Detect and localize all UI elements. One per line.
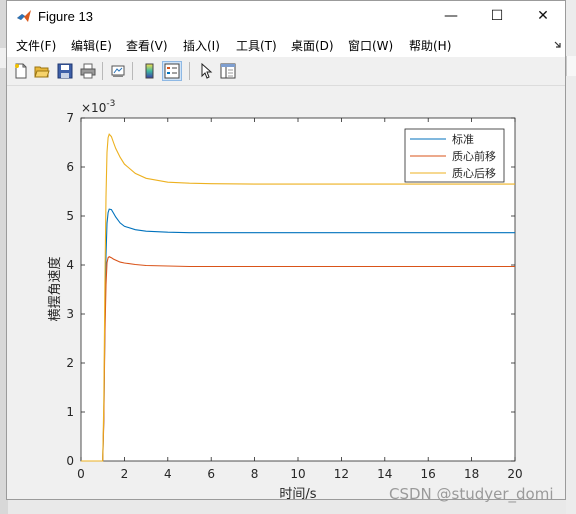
y-axis-exponent: ×10-3: [81, 99, 115, 115]
legend-label: 质心前移: [452, 149, 496, 163]
figure-canvas: 0 2 4 6 8 10 12 14 16 18 20 0 1 2 3 4 5 6 7 ×10-3 时间/s 横摆角…: [7, 86, 565, 502]
toolbar: [7, 57, 565, 86]
x-axis-label: 时间/s: [279, 487, 316, 499]
menu-tools[interactable]: 工具(T): [236, 37, 277, 54]
menu-desktop[interactable]: 桌面(D): [291, 37, 334, 54]
x-tick-label: 14: [377, 467, 392, 481]
x-tick-label: 18: [464, 467, 479, 481]
menu-edit[interactable]: 编辑(E): [71, 37, 112, 54]
window-title: Figure 13: [38, 9, 93, 24]
title-bar[interactable]: Figure 13 — ☐ ✕: [7, 1, 565, 31]
x-tick-label: 2: [121, 467, 129, 481]
background-right-strip: [566, 56, 576, 76]
y-tick-label: 3: [66, 307, 74, 321]
legend-label: 质心后移: [452, 167, 496, 180]
matlab-icon: [17, 10, 31, 22]
colorbar-icon[interactable]: [140, 61, 160, 81]
menu-bar: 文件(F) 编辑(E) 查看(V) 插入(I) 工具(T) 桌面(D) 窗口(W…: [7, 31, 565, 57]
toolbar-separator: [102, 62, 103, 80]
pointer-icon[interactable]: [196, 61, 216, 81]
toolbar-separator: [189, 62, 190, 80]
x-tick-label: 10: [290, 467, 305, 481]
x-tick-label: 0: [77, 467, 85, 481]
y-tick-label: 4: [66, 258, 74, 272]
save-icon[interactable]: [55, 61, 75, 81]
maximize-icon: ☐: [490, 8, 504, 24]
minimize-button[interactable]: —: [428, 1, 474, 31]
y-tick-label: 0: [66, 454, 74, 468]
menu-view[interactable]: 查看(V): [126, 37, 168, 54]
x-tick-label: 8: [251, 467, 259, 481]
y-axis-label: 横摆角速度: [47, 256, 63, 321]
y-tick-label: 2: [66, 356, 74, 370]
maximize-button[interactable]: ☐: [474, 1, 520, 31]
menu-window[interactable]: 窗口(W): [348, 37, 393, 54]
open-file-icon[interactable]: [32, 61, 52, 81]
y-tick-label: 1: [66, 405, 74, 419]
figure-window: Figure 13 — ☐ ✕ 文件(F) 编辑(E) 查看(V) 插入(I) …: [6, 0, 566, 502]
close-icon: ✕: [537, 8, 549, 24]
print-icon[interactable]: [78, 61, 98, 81]
link-plot-icon[interactable]: [108, 61, 128, 81]
legend[interactable]: 标准质心前移质心后移: [404, 128, 505, 183]
line-chart: 0 2 4 6 8 10 12 14 16 18 2001234567 ×10-3 时间/s 横摆角…: [47, 99, 523, 502]
y-tick-label: 5: [66, 209, 74, 223]
new-figure-icon[interactable]: [11, 61, 31, 81]
watermark: CSDN @studyer_domi: [389, 485, 554, 503]
y-tick-label: 7: [66, 111, 74, 125]
minimize-icon: —: [444, 8, 458, 24]
menu-arrow-icon[interactable]: [553, 40, 563, 50]
legend-icon[interactable]: [162, 61, 182, 81]
x-tick-label: 16: [421, 467, 436, 481]
x-tick-label: 4: [164, 467, 172, 481]
menu-insert[interactable]: 插入(I): [183, 37, 220, 54]
x-tick-label: 20: [507, 467, 522, 481]
x-tick-label: 12: [334, 467, 349, 481]
background-right: [566, 0, 576, 514]
close-button[interactable]: ✕: [520, 1, 566, 31]
menu-file[interactable]: 文件(F): [16, 37, 56, 54]
menu-help[interactable]: 帮助(H): [409, 37, 451, 54]
legend-label: 标准: [452, 132, 474, 146]
x-tick-label: 6: [207, 467, 215, 481]
y-tick-label: 6: [66, 160, 74, 174]
toolbar-separator: [132, 62, 133, 80]
property-editor-icon[interactable]: [218, 61, 238, 81]
